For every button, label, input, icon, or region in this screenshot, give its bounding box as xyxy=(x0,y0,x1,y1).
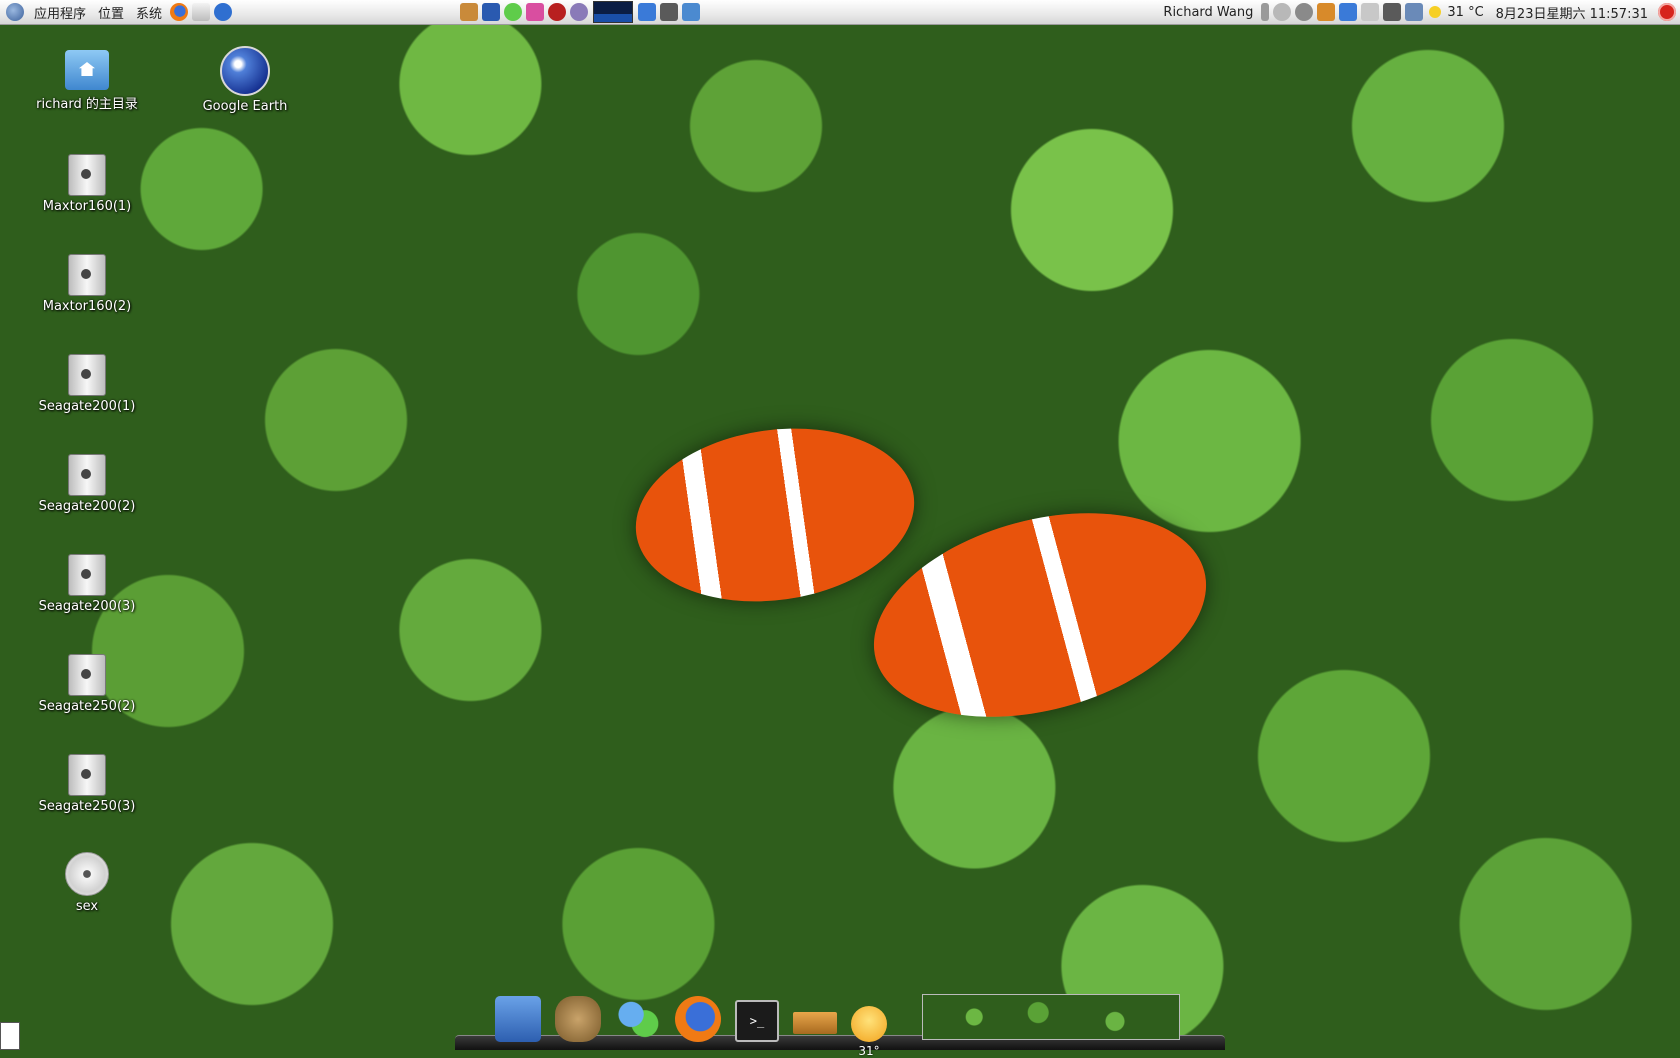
google-earth-icon xyxy=(220,46,270,96)
media-launcher-icon[interactable] xyxy=(548,3,566,21)
search-launcher-icon[interactable] xyxy=(570,3,588,21)
desktop-icon-label: Maxtor160(1) xyxy=(42,199,132,214)
desktop-icon-label: Google Earth xyxy=(202,99,288,114)
clownfish-image xyxy=(624,411,926,619)
dock-firefox-icon[interactable] xyxy=(675,996,721,1042)
gnome-foot-icon[interactable] xyxy=(6,3,24,21)
settings-launcher-icon[interactable] xyxy=(682,3,700,21)
hard-drive-icon xyxy=(68,554,106,596)
desktop-icon-drive[interactable]: Maxtor160(2) xyxy=(32,250,142,314)
desktop-icon-label: Seagate200(3) xyxy=(38,599,136,614)
power-icon[interactable] xyxy=(1658,3,1676,21)
show-desktop-button[interactable] xyxy=(0,1022,20,1050)
desktop-icon-label: sex xyxy=(75,899,99,914)
chat-status-icon[interactable] xyxy=(1273,3,1292,21)
notification-icon[interactable] xyxy=(1317,3,1336,21)
dock-terminal-icon[interactable]: >_ xyxy=(735,1000,779,1042)
desktop-icon-home[interactable]: richard 的主目录 xyxy=(32,46,142,112)
panel-launchers xyxy=(458,0,702,24)
hard-drive-icon xyxy=(68,354,106,396)
workspace-switcher[interactable] xyxy=(922,994,1180,1040)
desktop-icon-drive[interactable]: Seagate200(1) xyxy=(32,350,142,414)
dock-weather-icon[interactable]: 31° xyxy=(851,1006,887,1058)
hard-drive-icon xyxy=(68,254,106,296)
network-icon[interactable] xyxy=(1339,3,1358,21)
help-icon[interactable] xyxy=(214,3,233,21)
desktop-icon-label: richard 的主目录 xyxy=(36,97,138,112)
user-status-icon[interactable] xyxy=(1295,3,1314,21)
menu-system[interactable]: 系统 xyxy=(130,3,168,22)
menu-applications[interactable]: 应用程序 xyxy=(28,3,92,22)
screenshot-launcher-icon[interactable] xyxy=(660,3,678,21)
bird-launcher-icon[interactable] xyxy=(482,3,500,21)
desktop-icon-drive[interactable]: Maxtor160(1) xyxy=(32,150,142,214)
user-name[interactable]: Richard Wang xyxy=(1157,5,1259,20)
messenger-launcher-icon[interactable] xyxy=(504,3,522,21)
workspace-icon[interactable] xyxy=(1383,3,1402,21)
desktop-icon-google-earth[interactable]: Google Earth xyxy=(190,46,300,114)
firefox-launcher-icon[interactable] xyxy=(170,3,189,21)
optical-disc-icon xyxy=(65,852,109,896)
keyboard-icon[interactable] xyxy=(1361,3,1380,21)
desktop-icon-label: Maxtor160(2) xyxy=(42,299,132,314)
desktop-icon-drive[interactable]: Seagate200(2) xyxy=(32,450,142,514)
volume-icon[interactable] xyxy=(1405,3,1424,21)
desktop-icon-disc[interactable]: sex xyxy=(32,850,142,914)
paint-launcher-icon[interactable] xyxy=(526,3,544,21)
dock-weather-label: 31° xyxy=(858,1044,880,1058)
mail-launcher-icon[interactable] xyxy=(192,3,211,21)
dock: >_ 31° xyxy=(455,990,1225,1058)
menu-places[interactable]: 位置 xyxy=(92,3,130,22)
desktop-icon-label: Seagate250(3) xyxy=(38,799,136,814)
desktop-icon-drive[interactable]: Seagate250(2) xyxy=(32,650,142,714)
rabbit-launcher-icon[interactable] xyxy=(460,3,478,21)
dock-table-icon[interactable] xyxy=(793,1012,837,1034)
hard-drive-icon xyxy=(68,154,106,196)
dock-rabbit-icon[interactable] xyxy=(555,996,601,1042)
desktop-icon-label: Seagate250(2) xyxy=(38,699,136,714)
hard-drive-icon xyxy=(68,754,106,796)
desktop-icon-drive[interactable]: Seagate200(3) xyxy=(32,550,142,614)
hard-drive-icon xyxy=(68,654,106,696)
separator-grip xyxy=(1261,3,1270,21)
desktop-icon-drive[interactable]: Seagate250(3) xyxy=(32,750,142,814)
panel-left: 应用程序 位置 系统 xyxy=(0,0,234,24)
desktop-icon-label: Seagate200(2) xyxy=(38,499,136,514)
weather-temperature[interactable]: 31 °C xyxy=(1441,5,1489,20)
dock-save-icon[interactable] xyxy=(495,996,541,1042)
home-folder-icon xyxy=(65,50,109,90)
top-panel: 应用程序 位置 系统 Richard Wang 31 °C 8月23日星期六 1… xyxy=(0,0,1680,25)
system-monitor-graph[interactable] xyxy=(593,1,633,23)
hard-drive-icon xyxy=(68,454,106,496)
desktop-icon-label: Seagate200(1) xyxy=(38,399,136,414)
panel-right: Richard Wang 31 °C 8月23日星期六 11:57:31 xyxy=(1157,0,1680,24)
dock-messenger-icon[interactable] xyxy=(615,996,661,1042)
weather-sun-icon[interactable] xyxy=(1429,6,1442,18)
window-list-icon[interactable] xyxy=(638,3,656,21)
clock[interactable]: 8月23日星期六 11:57:31 xyxy=(1490,3,1654,22)
